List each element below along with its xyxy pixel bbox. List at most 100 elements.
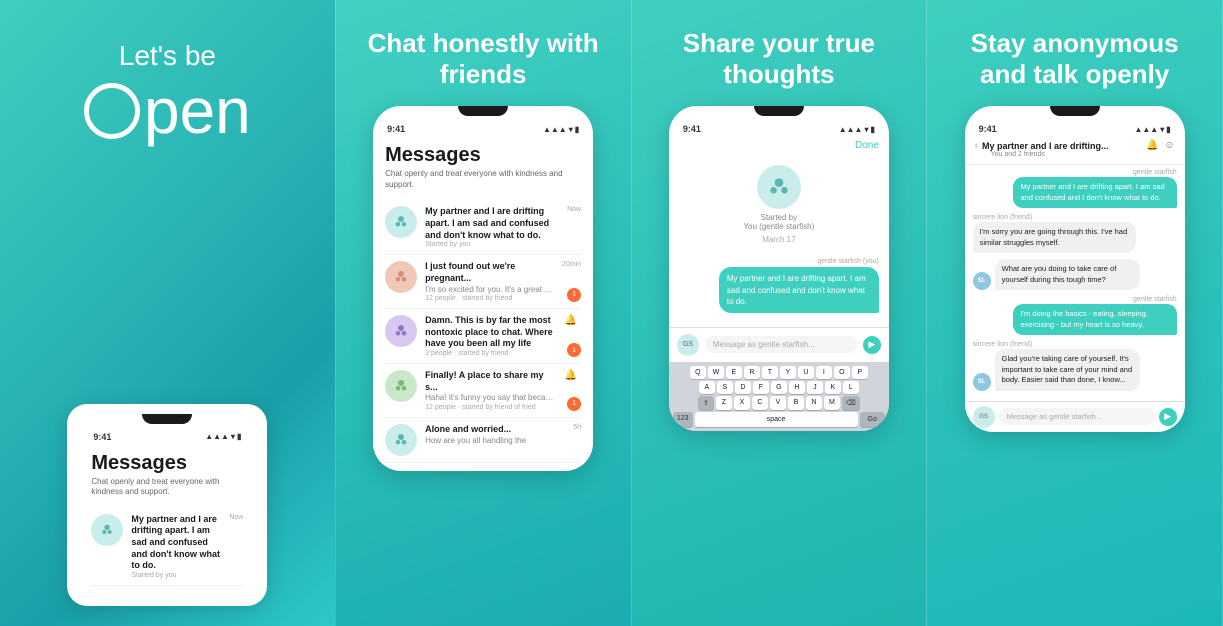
key-g[interactable]: G [771,381,787,394]
msg-body-5: Alone and worried... How are you all han… [425,424,565,446]
mini-message-item: My partner and I are drifting apart. I a… [91,508,243,586]
wifi-icon: ▾ [569,125,573,134]
status-icons: ▲▲▲ ▾ ▮ [839,125,875,134]
key-backspace[interactable]: ⌫ [842,396,860,410]
key-z[interactable]: Z [716,396,732,410]
chat-bubble-sent: My partner and I are drifting apart. I a… [719,267,879,313]
key-x[interactable]: X [734,396,750,410]
time-display: 9:41 [683,124,701,134]
wifi-icon: ▾ [864,125,868,134]
input-avatar-conv: GS [973,406,995,428]
key-s[interactable]: S [717,381,733,394]
keyboard-row-4: 123 space Go [671,412,887,427]
key-b[interactable]: B [788,396,804,410]
key-p[interactable]: P [852,366,868,379]
key-v[interactable]: V [770,396,786,410]
messages-subtitle: Chat openly and treat everyone with kind… [385,169,581,190]
conv-avatar-sl: SL [973,272,991,290]
sender-label-3: gentle starfish [973,296,1177,303]
message-item-4: Finally! A place to share my s... Haha! … [385,364,581,418]
bubble-received-1: I'm sorry you are going through this. I'… [973,222,1136,253]
key-w[interactable]: W [708,366,724,379]
msg-time-5: 5h [573,424,581,431]
key-space[interactable]: space [695,412,858,427]
key-shift[interactable]: ⇧ [698,396,714,410]
key-m[interactable]: M [824,396,840,410]
time-display: 9:41 [979,124,997,134]
key-k[interactable]: K [825,381,841,394]
bubble-received-3: Glad you're taking care of yourself. It'… [995,349,1141,391]
conv-message-input[interactable]: Message as gentle starfish... [999,408,1155,425]
key-y[interactable]: Y [780,366,796,379]
send-button[interactable]: ▶ [863,336,881,354]
done-button[interactable]: Done [669,136,889,151]
conv-action-icons: 🔔 ☺ [1146,140,1175,151]
key-r[interactable]: R [744,366,760,379]
messages-screen: Messages Chat openly and treat everyone … [79,444,255,594]
avatar-4 [385,370,417,402]
conv-avatar-sl-2: SL [973,373,991,391]
signal-icon: ▲▲▲ [1134,125,1158,134]
input-avatar: GS [677,334,699,356]
key-n[interactable]: N [806,396,822,410]
key-u[interactable]: U [798,366,814,379]
phone-notch [1050,106,1100,116]
panel-1: Let's be pen 9:41 ▲▲▲ ▾ ▮ Messages Chat … [0,0,336,626]
conv-with-avatar-1: SL What are you doing to take care of yo… [973,259,1177,290]
conv-header: ‹ My partner and I are drifting... 🔔 ☺ Y… [965,136,1185,165]
panel2-heading: Chat honestly with friends [336,0,631,106]
msg-badge-4: 1 [567,397,581,411]
smiley-icon[interactable]: ☺ [1164,140,1174,151]
message-item-3: Damn. This is by far the most nontoxic p… [385,309,581,364]
key-123[interactable]: 123 [673,412,693,427]
conv-avatar-msg: What are you doing to take care of yours… [995,259,1177,290]
key-f[interactable]: F [753,381,769,394]
msg-time-1: Now [567,206,581,213]
chat-sender-label: gentle starfish (you) [679,258,879,265]
conv-title-row: ‹ My partner and I are drifting... 🔔 ☺ [975,140,1175,151]
key-j[interactable]: J [807,381,823,394]
mini-msg-body: My partner and I are drifting apart. I a… [131,514,221,579]
message-item-1: My partner and I are drifting apart. I a… [385,200,581,255]
key-e[interactable]: E [726,366,742,379]
back-button[interactable]: ‹ [975,140,978,151]
battery-icon: ▮ [237,432,241,441]
time-display: 9:41 [93,432,111,442]
key-a[interactable]: A [699,381,715,394]
notch-container [79,414,255,426]
key-c[interactable]: C [752,396,768,410]
conv-subtitle: You and 2 friends [975,151,1175,158]
panel1-headline: Let's be pen [84,40,251,148]
status-bar: 9:41 ▲▲▲ ▾ ▮ [669,118,889,136]
panel4-heading: Stay anonymous and talk openly [927,0,1222,106]
battery-icon: ▮ [870,125,874,134]
battery-icon: ▮ [1166,125,1170,134]
message-item-5: Alone and worried... How are you all han… [385,418,581,463]
status-bar: 9:41 ▲▲▲ ▾ ▮ [965,118,1185,136]
msg-body-3: Damn. This is by far the most nontoxic p… [425,315,557,357]
avatar-5 [385,424,417,456]
sender-label-2: sincere lion (friend) [973,214,1177,221]
sender-label-1: gentle starfish [973,169,1177,176]
mini-msg-text: My partner and I are drifting apart. I a… [131,514,221,572]
phone-notch [458,106,508,116]
chat-started-by: Started by You (gentle starfish) [669,213,889,231]
key-q[interactable]: Q [690,366,706,379]
key-d[interactable]: D [735,381,751,394]
key-h[interactable]: H [789,381,805,394]
conv-send-button[interactable]: ▶ [1159,408,1177,426]
key-o[interactable]: O [834,366,850,379]
bell-icon-3: 🔔 [565,315,577,326]
key-i[interactable]: I [816,366,832,379]
key-l[interactable]: L [843,381,859,394]
message-input[interactable]: Message as gentle starfish... [705,336,857,353]
key-t[interactable]: T [762,366,778,379]
key-go[interactable]: Go [860,412,885,427]
bell-icon[interactable]: 🔔 [1146,140,1158,151]
msg-starter-4: 12 people · started by friend of fried [425,404,557,411]
signal-icon: ▲▲▲ [205,432,229,441]
signal-icon: ▲▲▲ [543,125,567,134]
panel4-phone: 9:41 ▲▲▲ ▾ ▮ ‹ My partner and I are drif… [965,106,1185,432]
phone-notch [754,106,804,116]
msg-preview-2: I'm so excited for you. It's a great tim… [425,285,554,295]
